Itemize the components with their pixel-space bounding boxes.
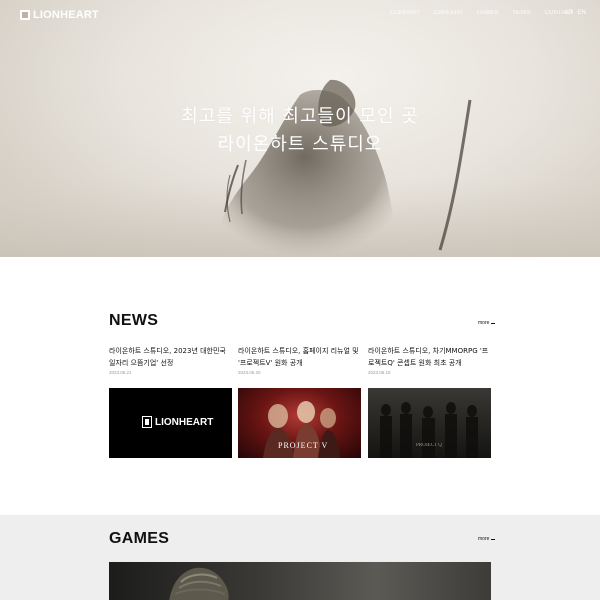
games-section-title: GAMES — [109, 530, 170, 547]
game-banner[interactable] — [109, 562, 491, 600]
more-label: more — [478, 536, 490, 542]
logo-text: LIONHEART — [33, 9, 99, 21]
news-card-date: 2023.06.21 — [109, 370, 132, 375]
hero-copy: 최고를 위해 최고들이 모인 곳 라이온하트 스튜디오 — [0, 103, 600, 159]
language-switch: KR EN — [565, 10, 586, 16]
top-navigation-bar: LIONHEART COMPANY CAREERS GAMES NEWS CON… — [0, 0, 600, 32]
news-card-date: 2023.06.20 — [238, 370, 261, 375]
news-card[interactable]: 라이온하트 스튜디오, 2023년 대한민국 일자리 으뜸기업' 선정 2023… — [109, 345, 232, 458]
game-banner-artwork — [169, 567, 229, 600]
project-v-artwork: PROJECT V — [263, 401, 340, 458]
project-q-artwork: PROJECT Q — [380, 402, 478, 458]
news-more-link[interactable]: more — [478, 320, 496, 326]
site-logo[interactable]: LIONHEART — [20, 9, 99, 21]
lion-shield-icon — [142, 416, 152, 428]
news-card-thumbnail: PROJECT Q — [368, 388, 491, 458]
news-section: NEWS more 라이온하트 스튜디오, 2023년 대한민국 일자리 으뜸기… — [0, 257, 600, 515]
news-card-thumbnail: PROJECT V — [238, 388, 361, 458]
nav-item-company[interactable]: COMPANY — [390, 10, 420, 16]
more-line-icon — [491, 322, 496, 324]
hero-section: LIONHEART COMPANY CAREERS GAMES NEWS CON… — [0, 0, 600, 257]
lang-en[interactable]: EN — [577, 10, 585, 16]
project-q-logo-text: PROJECT Q — [416, 443, 442, 448]
news-card[interactable]: 라이온하트 스튜디오, 차기MMORPG '프로젝트Q' 콘셉트 원화 최초 공… — [368, 345, 491, 458]
main-nav: COMPANY CAREERS GAMES NEWS CONTACT — [390, 10, 573, 16]
news-card[interactable]: 라이온하트 스튜디오, 홈페이지 리뉴얼 및 '프로젝트V' 원화 공개 202… — [238, 345, 361, 458]
news-section-title: NEWS — [109, 312, 159, 329]
news-card-title: 라이온하트 스튜디오, 2023년 대한민국 일자리 으뜸기업' 선정 — [109, 347, 226, 367]
more-label: more — [478, 320, 490, 326]
news-card-title: 라이온하트 스튜디오, 홈페이지 리뉴얼 및 '프로젝트V' 원화 공개 — [238, 347, 359, 367]
news-card-date: 2023.06.15 — [368, 370, 391, 375]
project-v-logo-text: PROJECT V — [278, 441, 328, 450]
news-card-thumbnail: LIONHEART — [109, 388, 232, 458]
thumbnail-logo: LIONHEART — [142, 416, 213, 428]
lang-kr[interactable]: KR — [565, 10, 573, 16]
nav-item-careers[interactable]: CAREERS — [434, 10, 463, 16]
lion-logo-icon — [20, 10, 30, 20]
nav-item-news[interactable]: NEWS — [513, 10, 531, 16]
thumbnail-logo-text: LIONHEART — [155, 416, 214, 428]
nav-item-games[interactable]: GAMES — [477, 10, 499, 16]
hero-headline: 최고를 위해 최고들이 모인 곳 — [181, 106, 419, 127]
games-section: GAMES more — [0, 515, 600, 600]
more-line-icon — [491, 538, 496, 540]
games-more-link[interactable]: more — [478, 536, 496, 542]
news-card-title: 라이온하트 스튜디오, 차기MMORPG '프로젝트Q' 콘셉트 원화 최초 공… — [368, 347, 489, 367]
hero-subheadline: 라이온하트 스튜디오 — [217, 134, 383, 155]
